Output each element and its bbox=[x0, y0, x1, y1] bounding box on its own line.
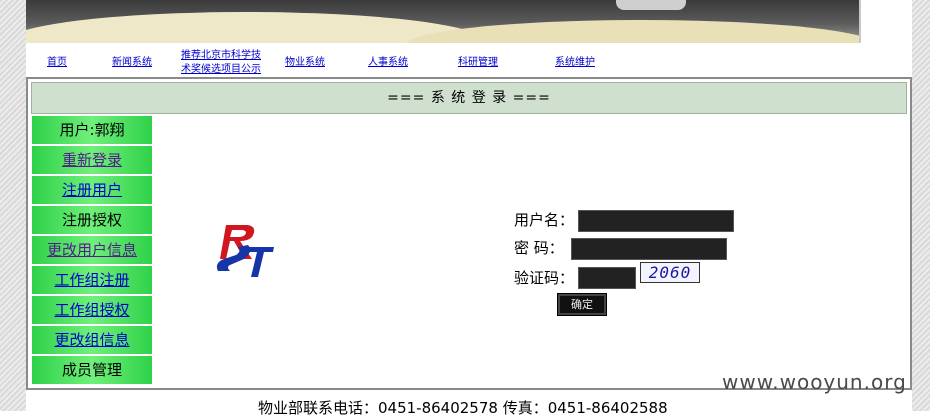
username-input[interactable] bbox=[578, 210, 734, 232]
captcha-input[interactable] bbox=[578, 267, 636, 289]
login-panel: === 系 统 登 录 === 用户:郭翔 重新登录 注册用户 注册授权 更改用… bbox=[26, 77, 912, 390]
nav-link-award-line1[interactable]: 推荐北京市科学技 bbox=[181, 50, 261, 62]
rst-logo-icon bbox=[216, 225, 274, 277]
nav-link-news[interactable]: 新闻系统 bbox=[112, 57, 152, 69]
nav-link-property[interactable]: 物业系统 bbox=[285, 57, 325, 69]
sidebar-item-relogin[interactable]: 重新登录 bbox=[32, 146, 152, 174]
sidebar-menu: 用户:郭翔 重新登录 注册用户 注册授权 更改用户信息 工作组注册 工作组授权 … bbox=[32, 116, 152, 386]
captcha-image[interactable]: 2060 bbox=[640, 262, 700, 283]
page-container: 首页 新闻系统 推荐北京市科学技 术奖候选项目公示 物业系统 人事系统 科研管理… bbox=[26, 0, 912, 417]
sidebar-item-members[interactable]: 成员管理 bbox=[32, 356, 152, 384]
sidebar-item-label[interactable]: 工作组注册 bbox=[54, 271, 129, 289]
top-nav: 首页 新闻系统 推荐北京市科学技 术奖候选项目公示 物业系统 人事系统 科研管理… bbox=[26, 44, 912, 76]
username-label: 用户名： bbox=[514, 211, 575, 229]
sidebar-item-current-user: 用户:郭翔 bbox=[32, 116, 152, 144]
header-banner bbox=[26, 0, 861, 43]
sidebar-item-register-user[interactable]: 注册用户 bbox=[32, 176, 152, 204]
sidebar-item-edit-user[interactable]: 更改用户信息 bbox=[32, 236, 152, 264]
submit-button[interactable]: 确定 bbox=[557, 293, 607, 316]
watermark-text: www.wooyun.org bbox=[722, 370, 907, 394]
nav-link-research[interactable]: 科研管理 bbox=[458, 57, 498, 69]
nav-link-hr[interactable]: 人事系统 bbox=[368, 57, 408, 69]
captcha-label: 验证码： bbox=[514, 269, 575, 287]
banner-decoration bbox=[616, 0, 686, 10]
sidebar-item-label[interactable]: 工作组授权 bbox=[54, 301, 129, 319]
panel-title: === 系 统 登 录 === bbox=[31, 82, 907, 114]
sidebar-item-label[interactable]: 重新登录 bbox=[62, 151, 122, 169]
footer-contact: 物业部联系电话：0451-86402578 传真：0451-86402588 bbox=[258, 399, 668, 417]
sidebar-item-label: 注册授权 bbox=[61, 211, 122, 229]
sidebar-item-label: 用户:郭翔 bbox=[59, 121, 125, 139]
sidebar-item-label[interactable]: 更改组信息 bbox=[54, 331, 129, 349]
nav-link-home[interactable]: 首页 bbox=[47, 57, 67, 69]
sidebar-item-label[interactable]: 更改用户信息 bbox=[47, 241, 137, 259]
sidebar-item-group-auth[interactable]: 工作组授权 bbox=[32, 296, 152, 324]
sidebar-item-group-register[interactable]: 工作组注册 bbox=[32, 266, 152, 294]
password-label: 密 码： bbox=[514, 239, 564, 257]
sidebar-item-label: 成员管理 bbox=[61, 361, 122, 379]
sidebar-item-label[interactable]: 注册用户 bbox=[62, 181, 122, 199]
sidebar-item-register-auth[interactable]: 注册授权 bbox=[32, 206, 152, 234]
nav-link-award-line2[interactable]: 术奖候选项目公示 bbox=[181, 64, 261, 76]
password-input[interactable] bbox=[571, 238, 727, 260]
sidebar-item-edit-group[interactable]: 更改组信息 bbox=[32, 326, 152, 354]
banner-decoration bbox=[406, 20, 859, 43]
nav-link-maintenance[interactable]: 系统维护 bbox=[555, 57, 595, 69]
